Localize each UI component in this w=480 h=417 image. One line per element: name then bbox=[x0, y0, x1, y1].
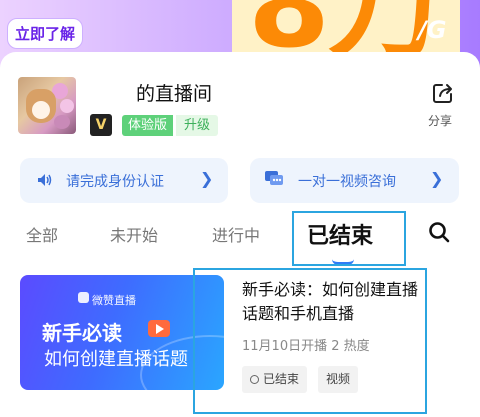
play-icon bbox=[148, 320, 170, 337]
chevron-right-icon: ❯ bbox=[430, 169, 444, 188]
trial-edition-badge: 体验版 bbox=[122, 115, 174, 136]
tab-in-progress[interactable]: 进行中 bbox=[212, 222, 260, 246]
thumbnail-subtitle: 如何创建直播话题 bbox=[44, 349, 188, 370]
banner-unit: /G bbox=[418, 16, 447, 44]
tab-not-started[interactable]: 未开始 bbox=[110, 222, 158, 246]
upgrade-button[interactable]: 升级 bbox=[176, 115, 219, 136]
video-consultation-button[interactable]: 一对一视频咨询 ❯ bbox=[250, 158, 459, 203]
thumbnail-headline: 新手必读 bbox=[42, 321, 122, 345]
highlight-box-tab bbox=[292, 211, 406, 266]
tab-all[interactable]: 全部 bbox=[26, 222, 58, 246]
speaker-icon bbox=[36, 172, 52, 192]
identity-verification-button[interactable]: 请完成身份认证 ❯ bbox=[20, 158, 228, 203]
status-tabs: 全部 未开始 进行中 已结束 bbox=[0, 222, 480, 258]
search-icon[interactable] bbox=[428, 221, 450, 243]
highlight-box-item bbox=[193, 268, 427, 414]
dog-face bbox=[32, 101, 50, 119]
flower-decoration bbox=[60, 99, 74, 113]
vip-badge: V bbox=[90, 114, 112, 136]
chevron-right-icon: ❯ bbox=[200, 169, 214, 188]
share-icon[interactable] bbox=[432, 82, 454, 104]
chat-icon bbox=[264, 170, 284, 192]
learn-more-button[interactable]: 立即了解 bbox=[7, 18, 84, 49]
avatar[interactable] bbox=[18, 77, 76, 134]
brand-logo-icon bbox=[78, 292, 89, 303]
share-label: 分享 bbox=[428, 114, 453, 128]
room-name: 的直播间 bbox=[136, 83, 213, 105]
identity-verification-label: 请完成身份认证 bbox=[66, 174, 164, 190]
flower-decoration bbox=[54, 115, 70, 129]
video-consultation-label: 一对一视频咨询 bbox=[298, 174, 396, 190]
thumbnail-brand: 微赞直播 bbox=[92, 294, 136, 307]
